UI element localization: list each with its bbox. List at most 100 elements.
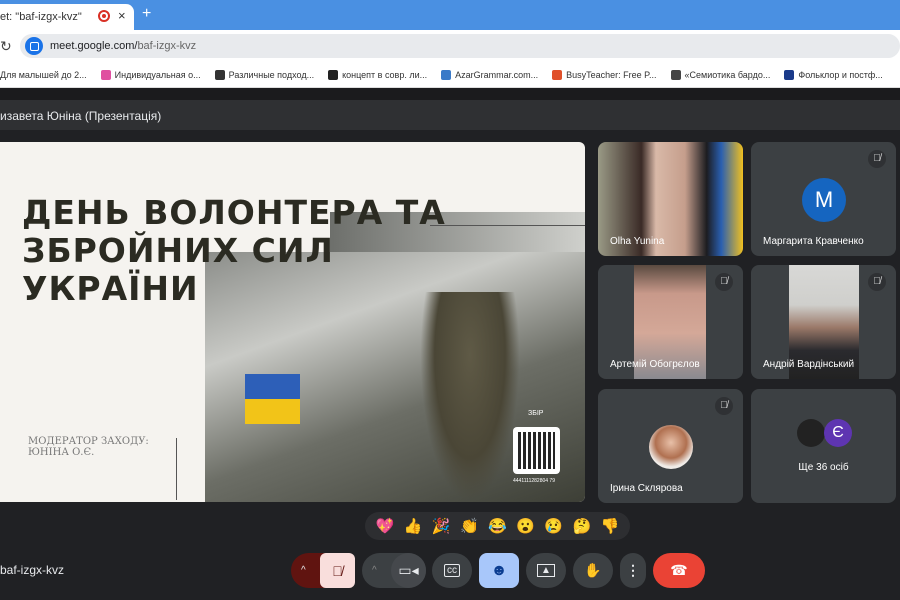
avatar: M [802, 178, 846, 222]
bookmark-label: Различные подход... [228, 69, 315, 80]
bookmark-favicon-icon [214, 69, 225, 80]
bookmark-favicon-icon [100, 69, 111, 80]
mic-off-icon: 🎙̸ [868, 273, 886, 291]
reaction-emoji-button[interactable]: 😂 [488, 517, 507, 535]
avatar: Є [824, 419, 852, 447]
bookmark-item[interactable]: Фольклор и постф... [784, 69, 883, 80]
reactions-bar: 💖 👍 🎉 👏 😂 😮 😢 🤔 👎 [365, 512, 630, 540]
captions-icon: cc [444, 564, 460, 577]
reaction-emoji-button[interactable]: 💖 [376, 517, 395, 535]
more-participants-tile[interactable]: Є Ще 36 осіб [751, 389, 896, 503]
reaction-emoji-button[interactable]: 👍 [404, 517, 423, 535]
tab-bar [0, 0, 900, 30]
url-path: baf-izgx-kvz [137, 40, 197, 52]
participant-tile[interactable]: Olha Yunina [598, 142, 743, 256]
participant-name: Olha Yunina [610, 236, 665, 247]
participant-tile[interactable]: 🎙̸ Андрій Вардінський [751, 265, 896, 379]
emoji-icon: ☻ [490, 561, 508, 579]
bookmark-label: Для малышей до 2... [0, 69, 87, 80]
more-participants-label: Ще 36 осіб [798, 462, 849, 473]
mic-off-icon: 🎙̸ [332, 562, 343, 579]
raise-hand-button[interactable]: ✋ [573, 553, 613, 588]
zbir-label: ЗБІР [528, 410, 544, 417]
mic-off-icon: 🎙̸ [715, 397, 733, 415]
slide-divider [176, 438, 177, 500]
avatar [797, 419, 825, 447]
moderator-text: МОДЕРАТОР ЗАХОДУ: ЮНІНА О.Є. [28, 436, 149, 458]
divider [0, 88, 900, 100]
reaction-emoji-button[interactable]: 🎉 [432, 517, 451, 535]
meeting-code: baf-izgx-kvz [0, 563, 65, 577]
participant-name: Артемій Обогрєлов [610, 359, 700, 370]
participant-tile[interactable]: 🎙̸ Ірина Склярова [598, 389, 743, 503]
reaction-emoji-button[interactable]: 👎 [601, 517, 620, 535]
bookmark-label: «Семиотика бардо... [684, 69, 771, 80]
reaction-emoji-button[interactable]: 😮 [516, 517, 535, 535]
participant-name: Маргарита Кравченко [763, 236, 864, 247]
url-host: meet.google.com/ [50, 40, 138, 52]
ukraine-flag [245, 374, 300, 424]
bookmark-label: Фольклор и постф... [798, 69, 883, 80]
url-text[interactable]: meet.google.com/baf-izgx-kvz [50, 40, 196, 52]
presentation-slide: ДЕНЬ ВОЛОНТЕРА ТА ЗБРОЙНИХ СИЛ УКРАЇНИ М… [0, 142, 585, 502]
tab-title: et: "baf-izgx-kvz" [0, 11, 82, 23]
avatar [649, 425, 693, 469]
bookmark-item[interactable]: «Семиотика бардо... [670, 69, 771, 80]
camera-toggle-button[interactable]: ▭◂ [391, 553, 426, 588]
bookmark-item[interactable]: Различные подход... [214, 69, 315, 80]
more-vert-icon: ⋮ [626, 562, 640, 578]
captions-button[interactable]: cc [432, 553, 472, 588]
bookmark-favicon-icon [670, 69, 681, 80]
bookmark-item[interactable]: концепт в совр. ли... [328, 69, 428, 80]
bookmark-label: Индивидуальная о... [114, 69, 201, 80]
chevron-up-icon: ^ [372, 565, 377, 576]
meet-site-icon [25, 37, 43, 55]
bookmark-item[interactable]: Индивидуальная о... [100, 69, 201, 80]
end-call-button[interactable]: ☎ [653, 553, 705, 588]
soldier-figure [420, 292, 520, 502]
title-line: ЗБРОЙНИХ СИЛ [22, 231, 334, 270]
mic-toggle-button[interactable]: 🎙̸ [320, 553, 355, 588]
chevron-up-icon: ^ [301, 565, 306, 576]
participant-tile[interactable]: 🎙̸ M Маргарита Кравченко [751, 142, 896, 256]
mic-off-icon: 🎙̸ [868, 150, 886, 168]
moderator-line: ЮНІНА О.Є. [28, 447, 95, 458]
presenter-name: изавета Юніна (Презентація) [0, 109, 162, 123]
bookmark-favicon-icon [441, 69, 452, 80]
bookmark-favicon-icon [328, 69, 339, 80]
bookmark-favicon-icon [552, 69, 563, 80]
slide-title: ДЕНЬ ВОЛОНТЕРА ТА ЗБРОЙНИХ СИЛ УКРАЇНИ [22, 194, 446, 308]
bookmark-item[interactable]: AzarGrammar.com... [441, 69, 539, 80]
present-screen-icon: ▲ [537, 564, 555, 577]
bookmark-item[interactable]: Для малышей до 2... [0, 70, 87, 80]
reaction-emoji-button[interactable]: 👏 [460, 517, 479, 535]
bookmarks-bar: Для малышей до 2... Индивидуальная о... Ра… [0, 62, 900, 88]
bookmark-item[interactable]: BusyTeacher: Free P... [552, 69, 657, 80]
qr-code [513, 427, 560, 474]
title-line: УКРАЇНИ [22, 269, 199, 308]
slide-line [430, 225, 585, 226]
bookmark-label: BusyTeacher: Free P... [566, 69, 657, 80]
title-line: ДЕНЬ ВОЛОНТЕРА ТА [22, 193, 446, 232]
recording-icon [98, 10, 110, 22]
presentation-header: изавета Юніна (Презентація) [0, 100, 900, 130]
bookmark-label: концепт в совр. ли... [342, 69, 428, 80]
participant-tile[interactable]: 🎙̸ Артемій Обогрєлов [598, 265, 743, 379]
reload-icon[interactable]: ↻ [0, 38, 12, 55]
bookmark-favicon-icon [784, 69, 795, 80]
qr-number: 4441111282804 79 [513, 478, 555, 484]
new-tab-button[interactable]: + [142, 5, 151, 23]
browser-tab[interactable]: et: "baf-izgx-kvz" × [0, 4, 134, 30]
hang-up-icon: ☎ [670, 562, 688, 578]
hand-icon: ✋ [584, 562, 602, 578]
present-button[interactable]: ▲ [526, 553, 566, 588]
bookmark-label: AzarGrammar.com... [455, 69, 539, 80]
more-options-button[interactable]: ⋮ [620, 553, 646, 588]
reaction-emoji-button[interactable]: 🤔 [572, 517, 591, 535]
reaction-emoji-button[interactable]: 😢 [544, 517, 563, 535]
participant-name: Ірина Склярова [610, 483, 683, 494]
reactions-button[interactable]: ☻ [479, 553, 519, 588]
moderator-line: МОДЕРАТОР ЗАХОДУ: [28, 436, 149, 447]
participant-name: Андрій Вардінський [763, 359, 855, 370]
close-tab-button[interactable]: × [118, 8, 126, 23]
